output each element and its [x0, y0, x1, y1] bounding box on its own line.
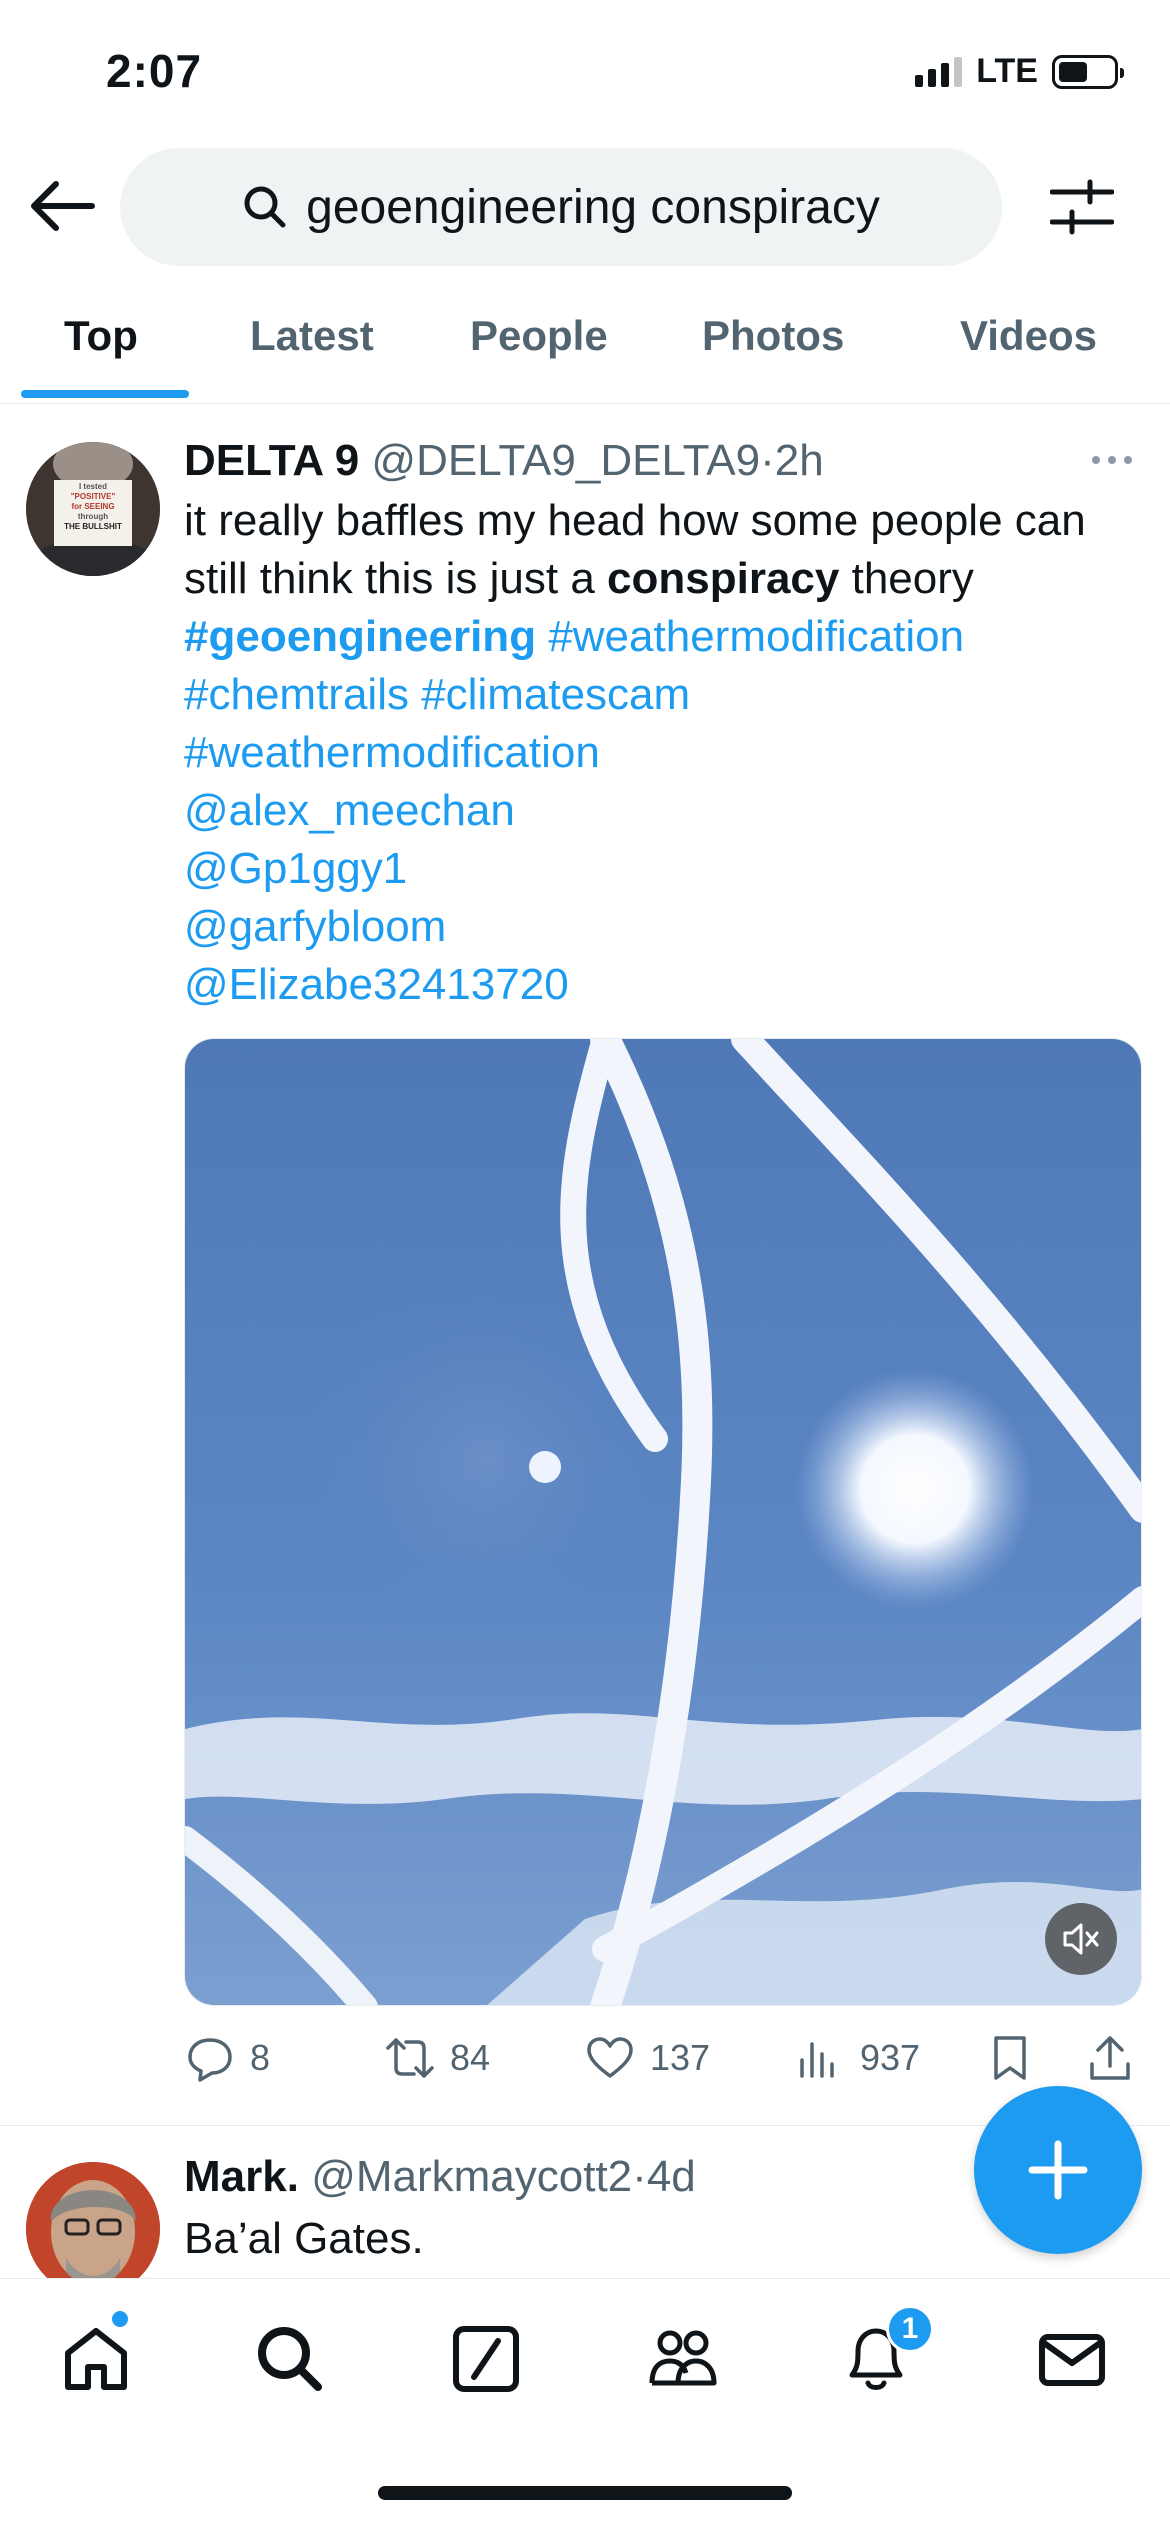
hashtag-link[interactable]: #geoengineering [184, 612, 536, 661]
heart-icon [587, 2037, 633, 2078]
tweet-time[interactable]: 4d [647, 2152, 696, 2201]
tweet-header: Mark. @Markmaycott2·4d [184, 2152, 696, 2202]
active-tab-indicator [21, 390, 189, 398]
bar-chart-icon [800, 2042, 834, 2078]
notification-badge: 1 [886, 2305, 934, 2353]
status-indicators: LTE [915, 52, 1124, 91]
search-icon [244, 186, 286, 228]
hashtag-link[interactable]: #chemtrails [184, 670, 409, 719]
tab-latest[interactable]: Latest [250, 312, 374, 404]
view-count: 937 [860, 2037, 921, 2078]
tweet-text-line: it really baffles my head how some peopl… [184, 496, 1086, 545]
repost-icon [386, 2038, 434, 2078]
search-input[interactable]: geoengineering conspiracy [120, 148, 1002, 266]
bookmark-icon [994, 2036, 1026, 2080]
reply-count: 8 [250, 2037, 271, 2078]
nav-search[interactable] [252, 2321, 328, 2397]
views-button[interactable]: 937 [794, 2032, 920, 2084]
battery-icon [1052, 54, 1124, 89]
search-settings-button[interactable] [1049, 178, 1115, 238]
tweet-actions: 8 84 137 937 [184, 2024, 1144, 2094]
mention-link[interactable]: @alex_meechan [184, 786, 515, 835]
avatar[interactable]: I tested "POSITIVE" for SEEING through T… [26, 442, 160, 576]
share-button[interactable] [1084, 2032, 1136, 2084]
search-icon [258, 2327, 322, 2391]
back-button[interactable] [26, 178, 98, 234]
slash-square-icon [453, 2326, 519, 2392]
video-frame [185, 1039, 1141, 2005]
signal-icon [915, 56, 963, 87]
reply-icon [188, 2038, 232, 2082]
arrow-left-icon [31, 181, 95, 231]
author-name[interactable]: DELTA 9 [184, 436, 359, 485]
tweet-text-line: still think this is just a conspiracy th… [184, 554, 974, 603]
nav-home[interactable] [58, 2321, 134, 2397]
repost-button[interactable]: 84 [384, 2032, 490, 2084]
tweet-header: DELTA 9 @DELTA9_DELTA9·2h [184, 436, 824, 486]
avatar[interactable] [26, 2162, 160, 2278]
tab-people[interactable]: People [470, 312, 608, 404]
compose-button[interactable] [974, 2086, 1142, 2254]
nav-communities[interactable] [644, 2321, 720, 2397]
nav-messages[interactable] [1034, 2321, 1110, 2397]
bookmark-button[interactable] [984, 2032, 1036, 2084]
hashtag-link[interactable]: #climatescam [421, 670, 690, 719]
avatar-sign: I tested "POSITIVE" for SEEING through T… [64, 482, 122, 531]
mute-button[interactable] [1045, 1903, 1117, 1975]
tweet[interactable]: I tested "POSITIVE" for SEEING through T… [0, 406, 1170, 2126]
home-icon [65, 2328, 127, 2390]
tab-photos[interactable]: Photos [702, 312, 844, 404]
nav-grok[interactable] [448, 2321, 524, 2397]
like-count: 137 [650, 2037, 711, 2078]
envelope-icon [1039, 2334, 1105, 2386]
mention-link[interactable]: @garfybloom [184, 902, 446, 951]
hashtag-link[interactable]: #weathermodification [184, 728, 600, 777]
plus-icon [1028, 2140, 1088, 2200]
time-separator: · [632, 2152, 647, 2201]
tab-videos[interactable]: Videos [960, 312, 1097, 404]
status-time: 2:07 [106, 45, 203, 97]
tweet-video[interactable] [184, 1038, 1142, 2006]
search-query-text: geoengineering conspiracy [306, 180, 880, 234]
highlighted-term: conspiracy [607, 554, 840, 603]
hashtag-link[interactable]: #weathermodification [548, 612, 964, 661]
mention-link[interactable]: @Elizabe32413720 [184, 960, 569, 1009]
search-tabs: Top Latest People Photos Videos [0, 290, 1170, 404]
mention-link[interactable]: @Gp1ggy1 [184, 844, 407, 893]
speaker-muted-icon [1063, 1923, 1099, 1955]
tweet-text: it really baffles my head how some peopl… [184, 492, 1144, 1014]
home-indicator [378, 2486, 792, 2500]
more-icon[interactable] [1088, 450, 1136, 470]
author-handle[interactable]: @DELTA9_DELTA9 [371, 436, 760, 485]
network-label: LTE [976, 52, 1038, 90]
sliders-icon [1049, 179, 1115, 235]
like-button[interactable]: 137 [584, 2032, 710, 2084]
search-header: geoengineering conspiracy [0, 140, 1170, 270]
tweet-time[interactable]: 2h [775, 436, 824, 485]
author-name[interactable]: Mark. [184, 2152, 299, 2201]
share-icon [1090, 2036, 1130, 2080]
people-icon [649, 2330, 717, 2386]
time-separator: · [760, 436, 775, 485]
status-bar: 2:07 LTE [0, 0, 1170, 140]
author-handle[interactable]: @Markmaycott2 [311, 2152, 632, 2201]
home-notification-dot [112, 2311, 128, 2327]
reply-button[interactable]: 8 [184, 2032, 270, 2084]
repost-count: 84 [450, 2037, 491, 2078]
